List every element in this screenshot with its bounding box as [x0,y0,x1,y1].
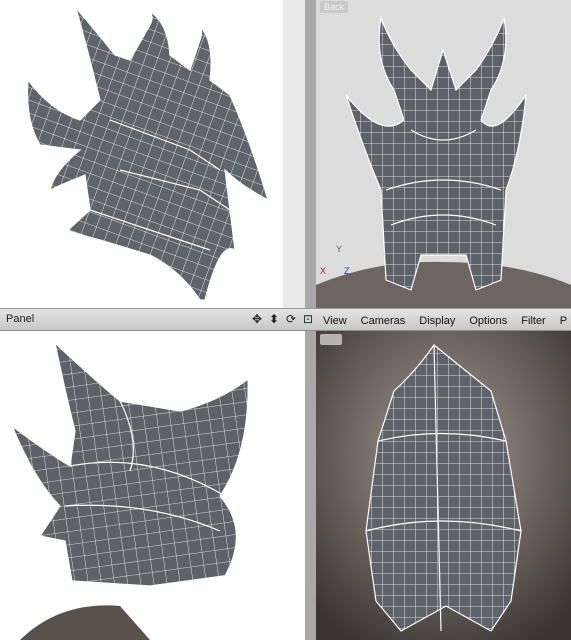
menu-cameras[interactable]: Cameras [354,310,413,332]
helmet-mesh-side [10,341,249,587]
panel-label: Panel [6,313,35,325]
move-icon[interactable]: ✥ [250,312,264,327]
viewport-side-bottom-left[interactable] [0,331,305,640]
camera-label-faded [320,334,342,345]
menu-display[interactable]: Display [412,310,462,332]
menu-filter[interactable]: Filter [514,310,552,332]
viewport-menu-bar: View Cameras Display Options Filter P [316,310,571,332]
menu-view[interactable]: View [316,310,354,332]
rotate-icon[interactable]: ⟳ [284,312,298,327]
shoulder-armor-texture [20,605,150,640]
dolly-icon[interactable]: ⬍ [267,312,281,327]
axis-z-label: Z [344,266,350,276]
axis-x-label: X [320,266,327,276]
viewport-top-bottom-right[interactable] [316,331,571,640]
shoulder-armor-texture [316,261,571,308]
helmet-mesh [26,7,269,301]
viewport-gap [283,0,305,308]
camera-label: Back [320,1,349,13]
menu-options[interactable]: Options [462,310,514,332]
maximize-icon[interactable]: ⊡ [301,312,315,327]
axis-y-label: Y [336,244,343,254]
viewport-perspective-top-left[interactable] [0,0,283,308]
viewport-back-top-right[interactable] [316,0,571,308]
helmet-mesh-back [345,15,527,291]
menu-panels-truncated[interactable]: P [553,310,571,332]
